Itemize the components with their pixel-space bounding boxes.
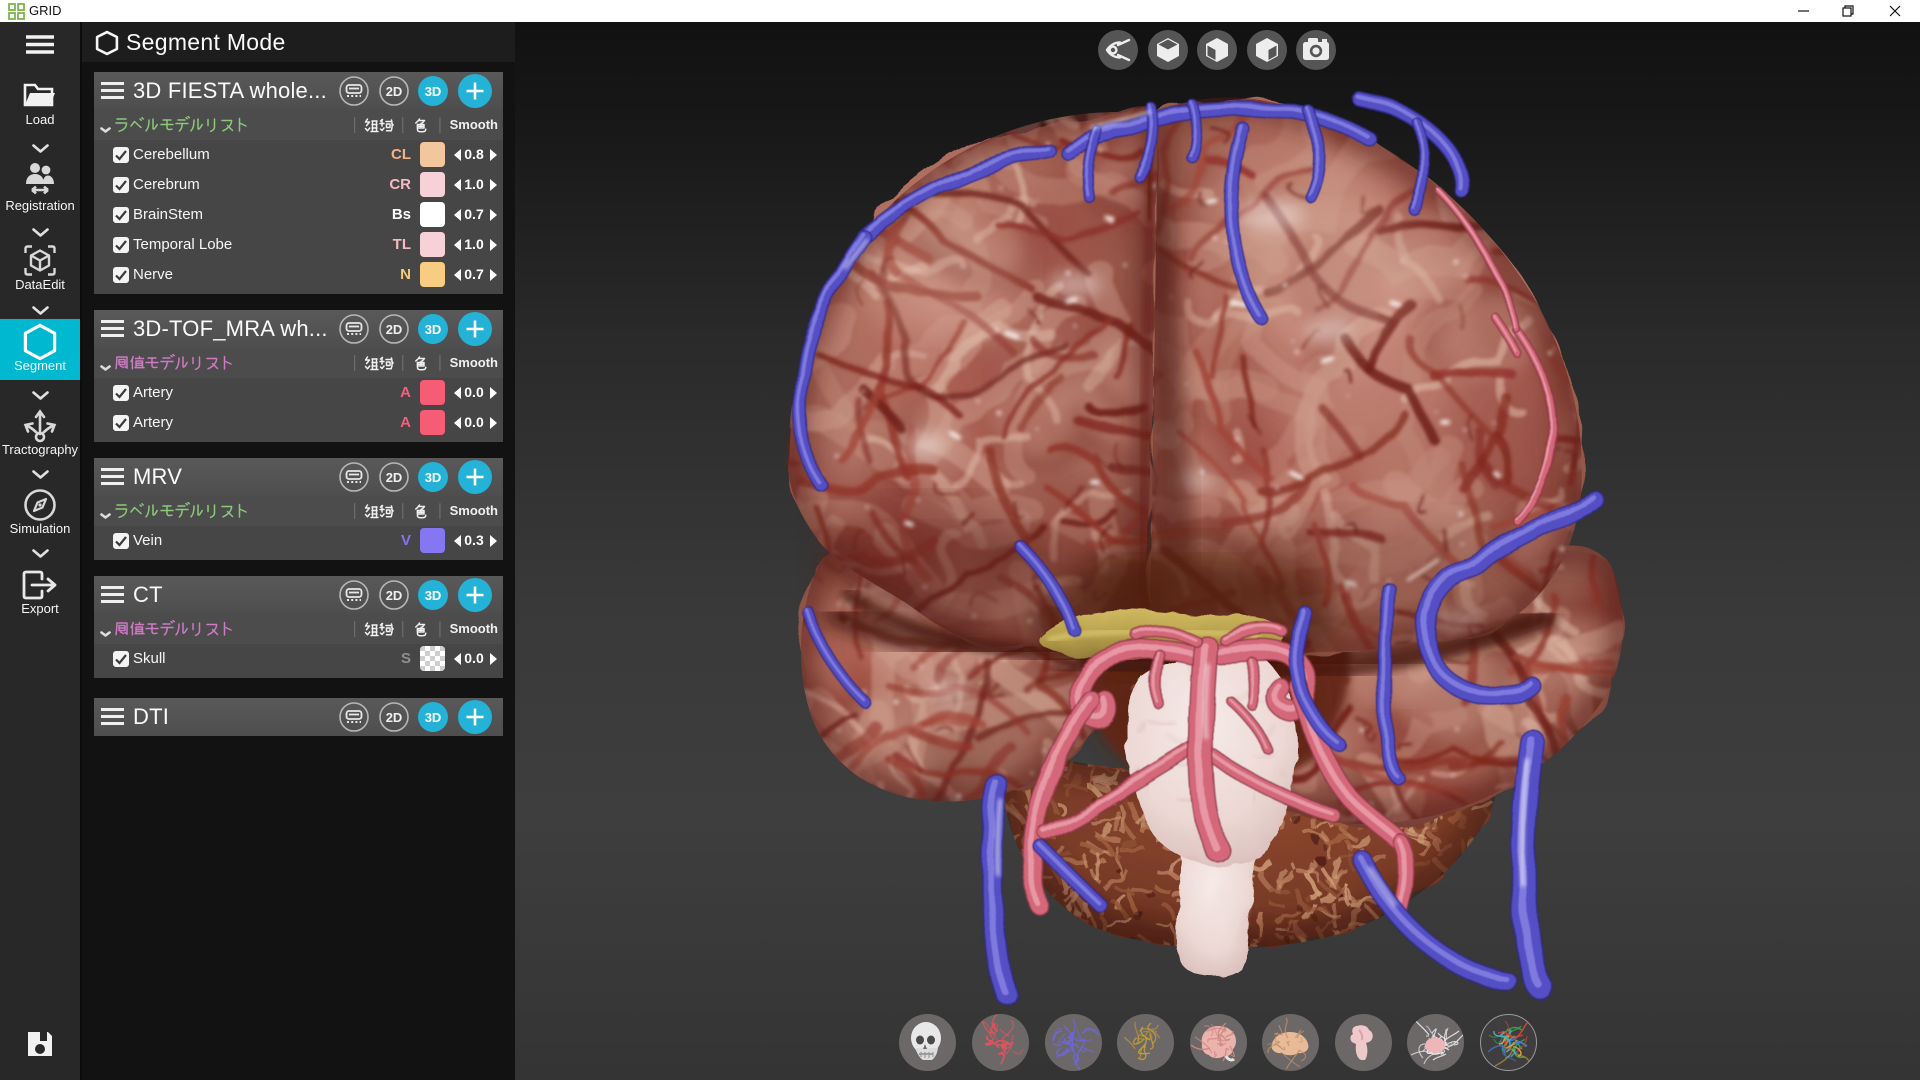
svg-text:3D: 3D (425, 588, 442, 603)
svg-text:2D: 2D (386, 588, 403, 603)
svg-text:3D: 3D (425, 710, 442, 725)
svg-text:3D: 3D (425, 322, 442, 337)
svg-text:2D: 2D (386, 710, 403, 725)
svg-text:3D: 3D (425, 470, 442, 485)
svg-text:2D: 2D (386, 84, 403, 99)
svg-text:3D: 3D (425, 84, 442, 99)
svg-text:2D: 2D (386, 322, 403, 337)
svg-text:2D: 2D (386, 470, 403, 485)
